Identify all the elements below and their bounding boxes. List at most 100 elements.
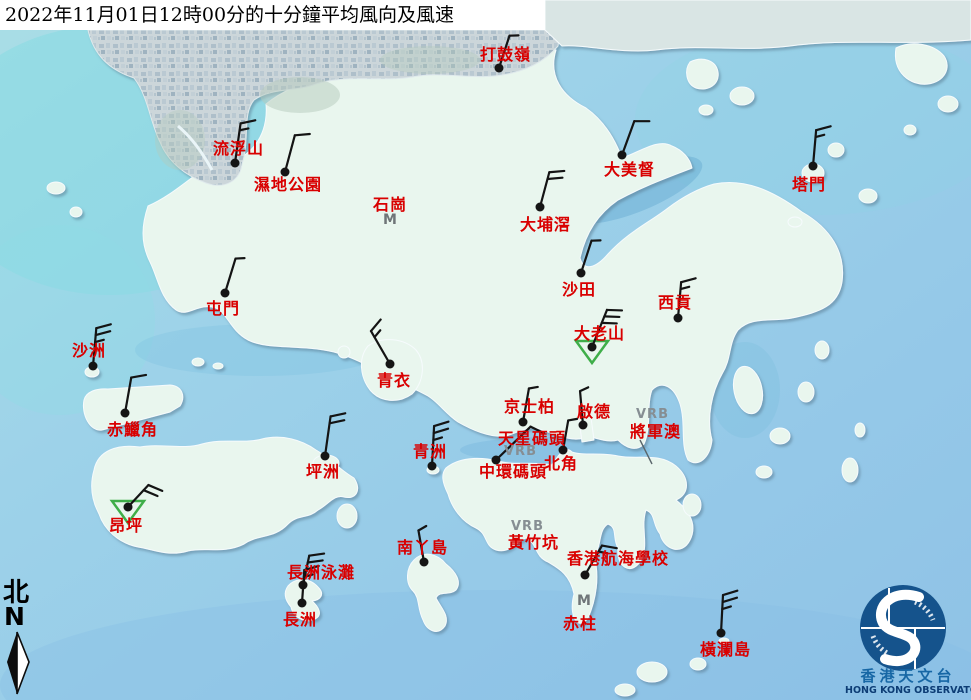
wind-barb-half xyxy=(568,419,577,421)
wind-barb-staff xyxy=(499,36,510,68)
station-dot xyxy=(231,159,240,168)
wind-barb-half xyxy=(529,387,538,389)
wind-barb-full xyxy=(602,323,617,324)
leader-line xyxy=(640,440,652,464)
station-dot xyxy=(492,456,501,465)
wind-barb-full xyxy=(681,278,695,282)
station-dot xyxy=(536,203,545,212)
wind-barb-half xyxy=(681,287,690,289)
wind-barb-full xyxy=(723,591,737,595)
station xyxy=(121,375,147,418)
station-dot xyxy=(298,599,307,608)
wind-barb-staff xyxy=(285,135,295,172)
station xyxy=(418,526,428,567)
wind-barb-full xyxy=(371,320,381,331)
hko-logo: 香港天文台 HONG KONG OBSERVATORY xyxy=(845,582,971,700)
station xyxy=(89,324,111,370)
wind-barb-staff xyxy=(581,241,592,273)
wind-barb-staff xyxy=(678,282,681,318)
station xyxy=(576,310,622,363)
wind-barb-full xyxy=(607,310,622,311)
wind-barb-staff xyxy=(225,259,236,293)
station-dot xyxy=(809,162,818,171)
station-dot xyxy=(89,362,98,371)
station-dot xyxy=(121,409,130,418)
station-dot xyxy=(495,64,504,73)
wind-barb-full xyxy=(241,120,256,123)
wind-barb-full xyxy=(131,375,146,378)
wind-barb-half xyxy=(599,552,608,554)
station xyxy=(577,240,601,277)
wind-barb-staff xyxy=(125,378,131,413)
station xyxy=(581,546,617,580)
wind-map-page: 流浮山濕地公園打鼓嶺大美督塔門大埔滘石崗M沙田西貢大老山沙洲屯門赤鱲角青衣京士柏… xyxy=(0,0,971,700)
stations-layer xyxy=(0,0,971,700)
wind-barb-full xyxy=(723,598,737,602)
wind-barb-full xyxy=(816,126,830,130)
wind-barb-half xyxy=(95,340,104,342)
wind-barb-half xyxy=(375,330,381,337)
station-dot xyxy=(717,629,726,638)
wind-barb-staff xyxy=(371,331,390,364)
wind-barb-full xyxy=(308,560,323,562)
wind-barb-full xyxy=(434,429,448,433)
wind-barb-full xyxy=(604,316,619,317)
wind-barb-full xyxy=(331,413,346,416)
wind-barb-staff xyxy=(93,328,96,366)
station xyxy=(428,422,449,471)
wind-barb-full xyxy=(96,331,110,335)
station-dot xyxy=(124,503,133,512)
station xyxy=(674,278,696,322)
hko-name-en: HONG KONG OBSERVATORY xyxy=(845,685,971,696)
wind-barb-staff xyxy=(302,570,304,603)
station-dot xyxy=(581,571,590,580)
station xyxy=(809,126,831,170)
station xyxy=(579,387,589,429)
station-dot xyxy=(428,462,437,471)
wind-barb-staff xyxy=(540,172,549,207)
hko-logo-icon xyxy=(845,582,971,678)
station xyxy=(371,320,395,369)
wind-barb-full xyxy=(531,427,544,434)
wind-barb-staff xyxy=(523,389,529,422)
station xyxy=(717,591,738,638)
wind-barb-half xyxy=(580,387,588,391)
station xyxy=(221,258,245,297)
station xyxy=(492,427,545,465)
wind-barb-staff xyxy=(580,391,583,425)
station-dot xyxy=(618,151,627,160)
wind-barb-half xyxy=(433,437,442,440)
wind-barb-staff xyxy=(721,595,723,633)
wind-barb-full xyxy=(309,554,324,556)
hko-name-zh: 香港天文台 xyxy=(845,668,971,684)
wind-barb-half xyxy=(722,606,731,609)
wind-barb-staff xyxy=(563,420,568,450)
station-dot xyxy=(588,343,597,352)
station-dot xyxy=(579,421,588,430)
station xyxy=(536,171,565,212)
station xyxy=(640,440,652,464)
wind-barb-staff xyxy=(622,121,634,155)
station xyxy=(618,121,650,159)
wind-barb-staff xyxy=(813,130,816,166)
station xyxy=(231,120,256,167)
wind-barb-half xyxy=(418,526,426,531)
wind-barb-full xyxy=(549,171,564,172)
wind-barb-full xyxy=(434,422,448,426)
wind-barb-full xyxy=(602,546,617,549)
wind-barb-full xyxy=(330,420,345,423)
north-indicator: 北 N xyxy=(0,580,44,700)
station-dot xyxy=(577,269,586,278)
wind-barb-staff xyxy=(585,546,602,575)
station-dot xyxy=(420,558,429,567)
wind-barb-full xyxy=(148,485,162,491)
station xyxy=(281,134,310,177)
station xyxy=(559,419,578,455)
station-dot xyxy=(674,314,683,323)
station-dot xyxy=(221,289,230,298)
wind-barb-full xyxy=(548,178,563,179)
station xyxy=(519,387,538,427)
station xyxy=(495,35,519,72)
north-letter: N xyxy=(4,604,25,630)
station-dot xyxy=(386,360,395,369)
